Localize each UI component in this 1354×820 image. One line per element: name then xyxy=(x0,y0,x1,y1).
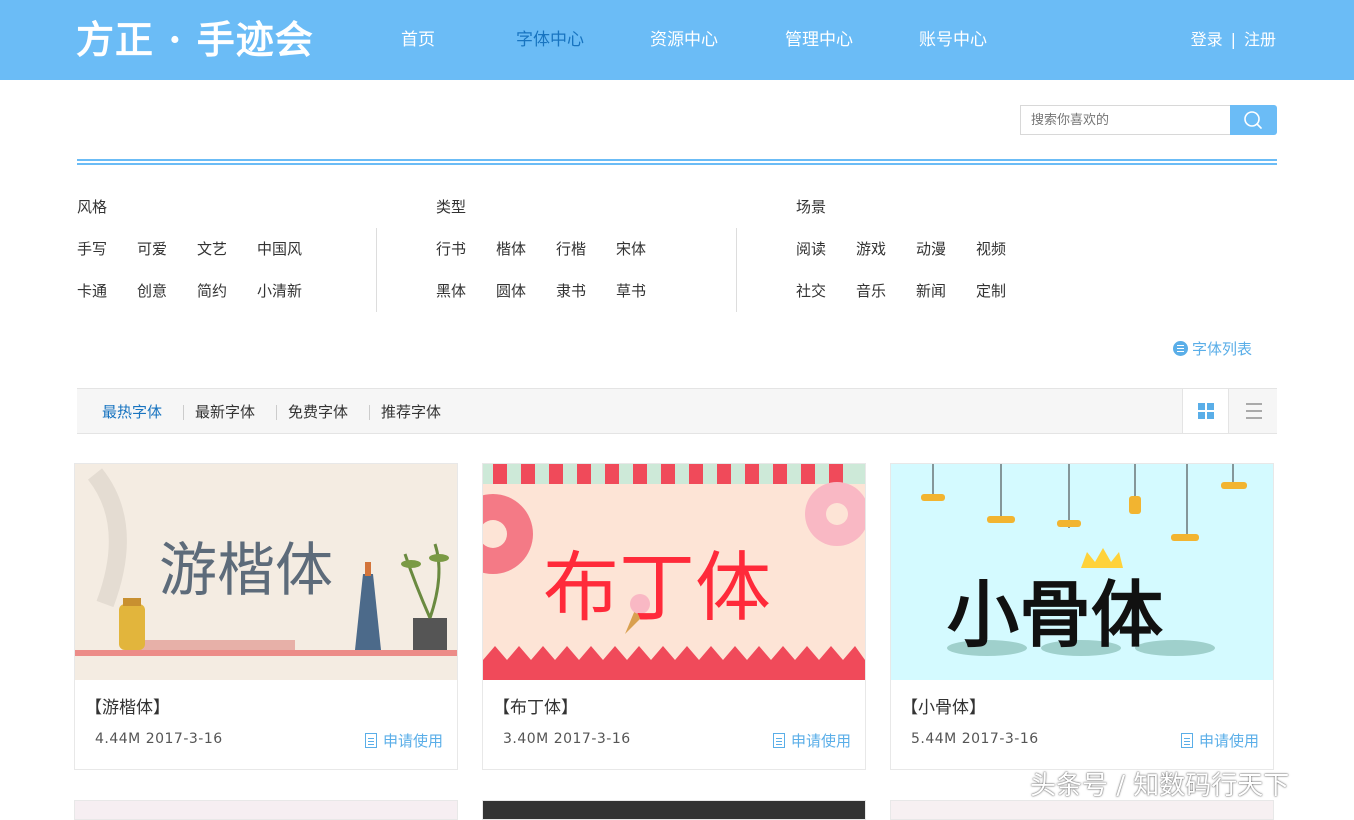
filter-tag[interactable]: 手写 xyxy=(77,238,137,260)
font-preview-graphic: 小骨体 xyxy=(891,464,1273,680)
filter-tag[interactable]: 楷体 xyxy=(496,238,556,260)
filter-tag[interactable]: 中国风 xyxy=(257,238,317,260)
filter-tag[interactable]: 音乐 xyxy=(856,280,916,302)
search-button[interactable] xyxy=(1230,105,1277,135)
filter-scene: 场景 阅读 游戏 动漫 视频 社交 音乐 新闻 定制 xyxy=(796,196,1096,300)
tab-separator xyxy=(183,405,184,420)
font-card-meta: 3.40M 2017-3-16 xyxy=(503,731,631,747)
font-card-meta: 4.44M 2017-3-16 xyxy=(95,731,223,747)
filter-divider xyxy=(376,228,377,312)
filter-tag[interactable]: 创意 xyxy=(137,280,197,302)
apply-button[interactable]: 申请使用 xyxy=(364,730,443,752)
search-icon xyxy=(1244,111,1262,129)
apply-button[interactable]: 申请使用 xyxy=(772,730,851,752)
filter-tag[interactable]: 卡通 xyxy=(77,280,137,302)
apply-label: 申请使用 xyxy=(790,732,851,750)
nav-management-center[interactable]: 管理中心 xyxy=(785,28,853,52)
tab-separator xyxy=(369,405,370,420)
font-card[interactable]: 小骨体 【小骨体】 5.44M 2017-3-16 申请使用 xyxy=(890,463,1274,770)
filter-type-title: 类型 xyxy=(436,198,467,216)
divider-line xyxy=(77,159,1277,161)
top-navigation-bar: 方正 · 手迹会 首页 字体中心 资源中心 管理中心 账号中心 登录 | 注册 xyxy=(0,0,1354,80)
font-list-label: 字体列表 xyxy=(1192,340,1253,358)
nav-home[interactable]: 首页 xyxy=(401,28,435,52)
grid-view-button[interactable] xyxy=(1182,389,1229,433)
filter-tag[interactable]: 文艺 xyxy=(197,238,257,260)
search-input[interactable] xyxy=(1020,105,1230,135)
font-preview-image[interactable]: 小骨体 xyxy=(891,464,1273,680)
nav-resource-center[interactable]: 资源中心 xyxy=(650,28,718,52)
font-preview-graphic: 布丁体 xyxy=(483,464,865,680)
font-card[interactable]: 游楷体 【游楷体】 4.44M 2017-3-16 申请使用 xyxy=(74,463,458,770)
filter-tag[interactable]: 圆体 xyxy=(496,280,556,302)
filter-tag[interactable]: 动漫 xyxy=(916,238,976,260)
font-preview-image[interactable]: 游楷体 xyxy=(75,464,457,680)
divider-line xyxy=(77,163,1277,165)
auth-separator: | xyxy=(1230,30,1236,49)
font-card-meta: 5.44M 2017-3-16 xyxy=(911,731,1039,747)
filter-tag[interactable]: 行书 xyxy=(436,238,496,260)
font-preview-image[interactable]: 布丁体 xyxy=(483,464,865,680)
tab-hottest[interactable]: 最热字体 xyxy=(102,401,162,423)
filter-style-title: 风格 xyxy=(77,198,108,216)
nav-font-center[interactable]: 字体中心 xyxy=(516,28,584,52)
filter-tag[interactable]: 社交 xyxy=(796,280,856,302)
filter-tag[interactable]: 小清新 xyxy=(257,280,317,302)
font-card[interactable] xyxy=(482,800,866,820)
filter-tag[interactable]: 定制 xyxy=(976,280,1036,302)
tab-separator xyxy=(276,405,277,420)
filter-type: 类型 行书 楷体 行楷 宋体 黑体 圆体 隶书 草书 xyxy=(436,196,736,300)
filter-scene-title: 场景 xyxy=(796,198,827,216)
filter-tag[interactable]: 新闻 xyxy=(916,280,976,302)
apply-button[interactable]: 申请使用 xyxy=(1180,730,1259,752)
auth-links: 登录 | 注册 xyxy=(1191,28,1276,52)
tab-free[interactable]: 免费字体 xyxy=(288,401,348,423)
login-link[interactable]: 登录 xyxy=(1191,30,1223,49)
font-list-link[interactable]: 字体列表 xyxy=(1173,338,1252,360)
tab-newest[interactable]: 最新字体 xyxy=(195,401,255,423)
filter-tag[interactable]: 可爱 xyxy=(137,238,197,260)
preview-text: 小骨体 xyxy=(947,572,1163,657)
preview-text: 布丁体 xyxy=(543,543,771,632)
preview-text: 游楷体 xyxy=(159,536,333,604)
font-card[interactable] xyxy=(74,800,458,820)
font-card-title[interactable]: 【游楷体】 xyxy=(85,696,170,720)
filter-tag[interactable]: 视频 xyxy=(976,238,1036,260)
register-link[interactable]: 注册 xyxy=(1244,30,1276,49)
document-icon xyxy=(364,733,377,748)
font-card-title[interactable]: 【小骨体】 xyxy=(901,696,986,720)
tab-recommended[interactable]: 推荐字体 xyxy=(381,401,441,423)
apply-label: 申请使用 xyxy=(1198,732,1259,750)
filter-style: 风格 手写 可爱 文艺 中国风 卡通 创意 简约 小清新 xyxy=(77,196,377,300)
nav-account-center[interactable]: 账号中心 xyxy=(919,28,987,52)
list-icon xyxy=(1173,341,1188,356)
font-preview-graphic: 游楷体 xyxy=(75,464,457,680)
document-icon xyxy=(772,733,785,748)
document-icon xyxy=(1180,733,1193,748)
filter-tag[interactable]: 阅读 xyxy=(796,238,856,260)
search-box xyxy=(1020,105,1277,135)
apply-label: 申请使用 xyxy=(382,732,443,750)
filter-tag[interactable]: 草书 xyxy=(616,280,676,302)
filter-tag[interactable]: 行楷 xyxy=(556,238,616,260)
filter-tag[interactable]: 黑体 xyxy=(436,280,496,302)
watermark-text: 头条号 / 知数码行天下 xyxy=(1030,771,1290,801)
font-card[interactable]: 布丁体 【布丁体】 3.40M 2017-3-16 申请使用 xyxy=(482,463,866,770)
font-card-title[interactable]: 【布丁体】 xyxy=(493,696,578,720)
sort-tab-bar: 最热字体 最新字体 免费字体 推荐字体 xyxy=(77,388,1277,434)
filter-divider xyxy=(736,228,737,312)
filter-tag[interactable]: 隶书 xyxy=(556,280,616,302)
list-view-button[interactable] xyxy=(1230,389,1277,433)
site-logo[interactable]: 方正 · 手迹会 xyxy=(76,14,314,66)
filter-tag[interactable]: 简约 xyxy=(197,280,257,302)
filter-tag[interactable]: 游戏 xyxy=(856,238,916,260)
filter-tag[interactable]: 宋体 xyxy=(616,238,676,260)
